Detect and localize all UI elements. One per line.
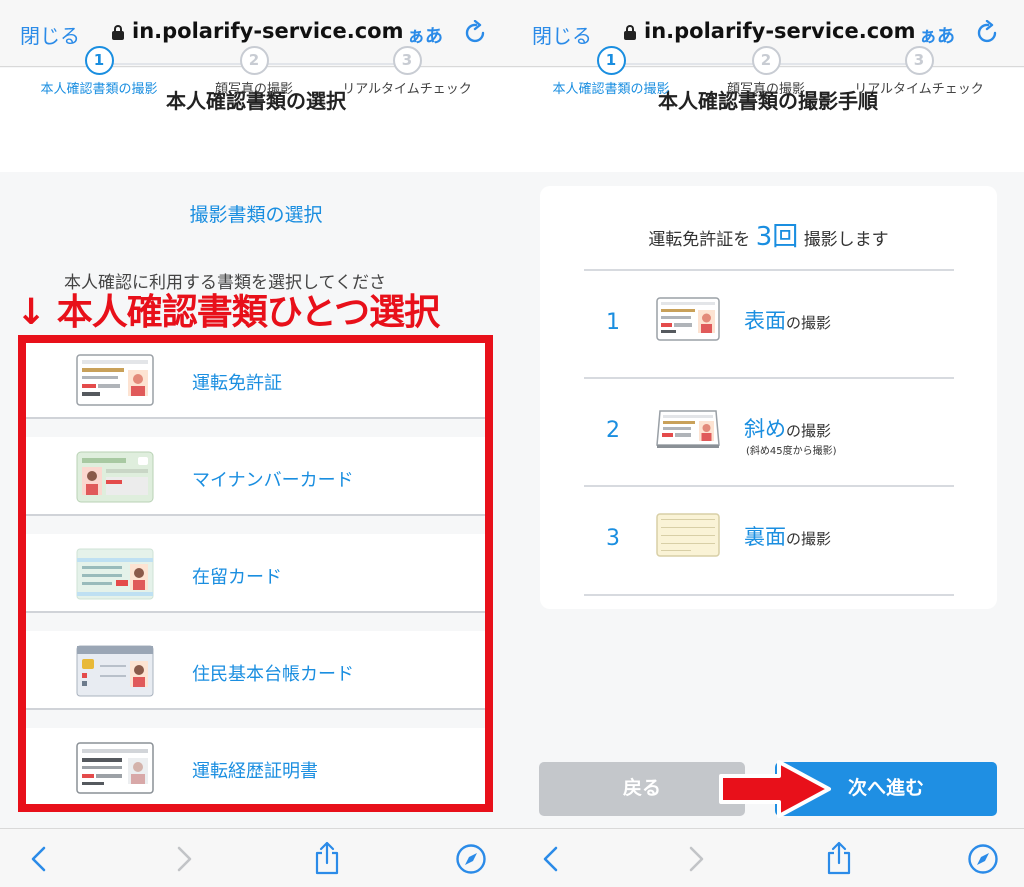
step-2: 2 顔写真の撮影: [169, 46, 339, 97]
shot-title: 斜めの撮影: [744, 417, 832, 441]
browser-bottom-bar: [0, 828, 512, 887]
text-size-button[interactable]: ぁあ: [407, 22, 443, 48]
shot-count-unit: 回: [772, 222, 799, 252]
reload-icon[interactable]: [975, 20, 1001, 46]
divider: [584, 269, 954, 271]
step-label: 本人確認書類の撮影: [552, 82, 670, 97]
step-number: 3: [904, 46, 934, 75]
shot-number: 3: [606, 526, 620, 551]
text-size-button[interactable]: ぁあ: [919, 22, 955, 48]
step-label: リアルタイムチェック: [854, 82, 984, 97]
step-label: リアルタイムチェック: [342, 82, 472, 97]
close-button[interactable]: 閉じる: [20, 20, 80, 49]
share-icon[interactable]: [825, 841, 853, 875]
step-3: 3 リアルタイムチェック: [322, 46, 492, 97]
step-2: 2 顔写真の撮影: [681, 46, 851, 97]
step-number: 2: [239, 46, 269, 75]
license-back-icon: [656, 513, 720, 557]
left-screen: 閉じる in.polarify-service.com ぁあ 本人確認書類の選択…: [0, 0, 512, 887]
browser-bottom-bar: [512, 828, 1024, 887]
shot-count: 3: [755, 222, 773, 252]
shot-step-front: 1 表面の撮影: [584, 272, 954, 378]
annotation-arrow-icon: [719, 760, 831, 818]
shot-note: (斜め45度から撮影): [746, 446, 837, 457]
shot-number: 1: [606, 310, 620, 335]
lock-icon: [112, 25, 124, 40]
shot-title: 裏面の撮影: [744, 525, 832, 549]
intro-before: 運転免許証を: [648, 230, 751, 250]
lock-icon: [624, 25, 636, 40]
address-bar-url[interactable]: in.polarify-service.com: [132, 19, 403, 43]
intro-after: 撮影します: [803, 230, 889, 250]
license-front-icon: [656, 297, 720, 341]
divider: [584, 485, 954, 487]
step-3: 3 リアルタイムチェック: [834, 46, 1004, 97]
back-button[interactable]: 戻る: [539, 762, 745, 816]
share-icon[interactable]: [313, 841, 341, 875]
close-button[interactable]: 閉じる: [532, 20, 592, 49]
forward-icon[interactable]: [685, 845, 707, 873]
shot-step-back: 3 裏面の撮影: [584, 488, 954, 594]
step-label: 顔写真の撮影: [214, 82, 293, 97]
forward-icon[interactable]: [173, 845, 195, 873]
step-number: 1: [596, 46, 626, 75]
back-icon[interactable]: [28, 845, 50, 873]
step-label: 顔写真の撮影: [726, 82, 805, 97]
reload-icon[interactable]: [463, 20, 489, 46]
divider: [584, 377, 954, 379]
step-1: 1 本人確認書類の撮影: [14, 46, 184, 97]
step-label: 本人確認書類の撮影: [40, 82, 158, 97]
step-number: 1: [84, 46, 114, 75]
back-icon[interactable]: [540, 845, 562, 873]
compass-icon[interactable]: [455, 843, 487, 875]
step-number: 2: [751, 46, 781, 75]
shot-number: 2: [606, 418, 620, 443]
compass-icon[interactable]: [967, 843, 999, 875]
divider: [584, 594, 954, 596]
annotation-text: ↓ 本人確認書類ひとつ選択: [16, 292, 440, 333]
step-1: 1 本人確認書類の撮影: [526, 46, 696, 97]
highlight-box: [18, 335, 493, 812]
license-tilted-icon: [656, 410, 720, 448]
shot-step-tilted: 2 斜めの撮影 (斜め45度から撮影): [584, 380, 954, 486]
shooting-steps-card: 運転免許証を 3回 撮影します 1 表面の撮影 2 斜めの撮影 (斜め45度から…: [540, 186, 997, 609]
shot-title: 表面の撮影: [744, 309, 832, 333]
right-screen: 閉じる in.polarify-service.com ぁあ 本人確認書類の撮影…: [512, 0, 1024, 887]
shooting-intro: 運転免許証を 3回 撮影します: [540, 216, 997, 253]
step-number: 3: [392, 46, 422, 75]
section-title: 撮影書類の選択: [189, 204, 323, 226]
address-bar-url[interactable]: in.polarify-service.com: [644, 19, 915, 43]
